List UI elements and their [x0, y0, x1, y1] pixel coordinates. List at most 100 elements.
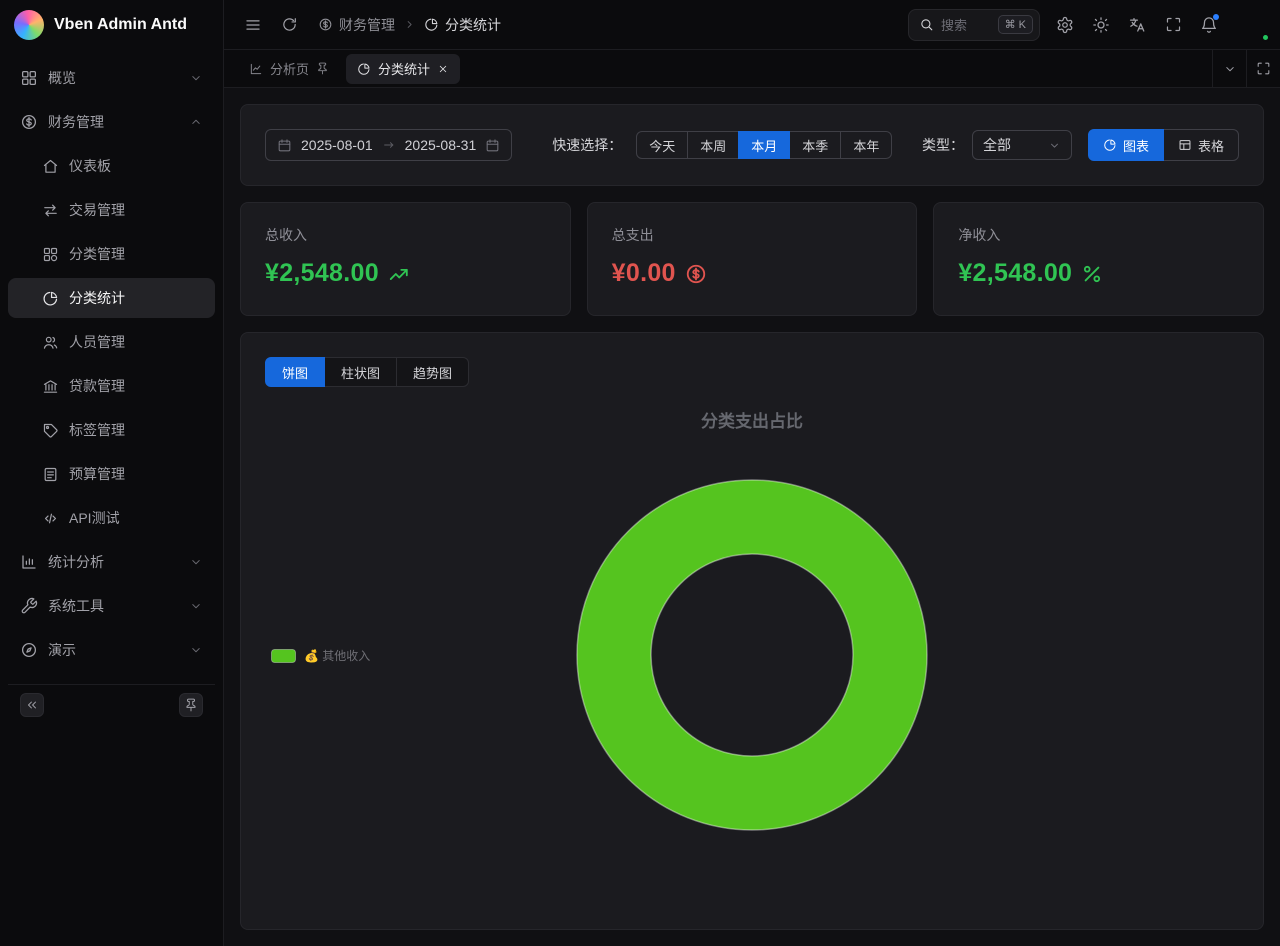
- sidebar-item-demo[interactable]: 演示: [8, 630, 215, 670]
- fullscreen-button[interactable]: [1156, 8, 1190, 42]
- stats-row: 总收入 ¥2,548.00 总支出 ¥0.00 净收入: [240, 202, 1264, 316]
- type-label: 类型：: [922, 135, 964, 155]
- bar-chart-icon: [20, 553, 38, 571]
- chevron-down-icon: [1048, 139, 1061, 152]
- type-select[interactable]: 全部: [972, 130, 1072, 160]
- type-and-view-section: 类型： 全部 图表 表格: [922, 129, 1239, 161]
- chart-tab-trend[interactable]: 趋势图: [396, 357, 469, 387]
- quick-year-button[interactable]: 本年: [840, 131, 892, 159]
- donut-chart[interactable]: [572, 475, 932, 835]
- search-icon: [919, 17, 934, 32]
- pie-chart-icon: [42, 290, 59, 307]
- chevron-right-icon: [403, 18, 416, 31]
- legend-label: 💰 其他收入: [304, 647, 370, 664]
- shortcut-badge: ⌘ K: [998, 15, 1033, 34]
- language-button[interactable]: [1120, 8, 1154, 42]
- quick-month-button[interactable]: 本月: [738, 131, 790, 159]
- sidebar-item-category-stats[interactable]: 分类统计: [8, 278, 215, 318]
- compass-icon: [20, 641, 38, 659]
- view-chart-button[interactable]: 图表: [1088, 129, 1164, 161]
- search-input[interactable]: 搜索 ⌘ K: [908, 9, 1040, 41]
- settings-button[interactable]: [1048, 8, 1082, 42]
- quick-select-section: 快速选择： 今天 本周 本月 本季 本年: [552, 131, 892, 159]
- tag-icon: [42, 422, 59, 439]
- logo[interactable]: Vben Admin Antd: [0, 0, 223, 50]
- sidebar-item-transactions[interactable]: 交易管理: [8, 190, 215, 230]
- collapse-sidebar-button[interactable]: [20, 693, 44, 717]
- pie-chart-icon: [424, 17, 439, 32]
- sidebar-item-stats-analysis[interactable]: 统计分析: [8, 542, 215, 582]
- swap-icon: [42, 202, 59, 219]
- quick-today-button[interactable]: 今天: [636, 131, 688, 159]
- filter-card: 2025-08-01 2025-08-31 快速选择： 今天 本周 本月 本季 …: [240, 104, 1264, 186]
- app-root: Vben Admin Antd 概览 财务管理 仪表板 交易管理: [0, 0, 1280, 946]
- view-table-button[interactable]: 表格: [1163, 129, 1239, 161]
- pin-icon[interactable]: [316, 62, 329, 75]
- page-content: 2025-08-01 2025-08-31 快速选择： 今天 本周 本月 本季 …: [224, 88, 1280, 946]
- sidebar-item-loans[interactable]: 贷款管理: [8, 366, 215, 406]
- quick-week-button[interactable]: 本周: [687, 131, 739, 159]
- users-icon: [42, 334, 59, 351]
- sidebar-item-api-test[interactable]: API测试: [8, 498, 215, 538]
- chevron-up-icon: [189, 115, 203, 129]
- dollar-circle-icon: [318, 17, 333, 32]
- calendar-icon: [277, 138, 292, 153]
- chart-tab-bar[interactable]: 柱状图: [324, 357, 397, 387]
- pie-chart-icon: [357, 62, 371, 76]
- table-icon: [1178, 138, 1192, 152]
- sidebar-menu: 概览 财务管理 仪表板 交易管理 分类管理 分类统: [0, 50, 223, 733]
- tab-category-stats[interactable]: 分类统计: [346, 54, 460, 84]
- calendar-icon: [485, 138, 500, 153]
- chevron-down-icon: [189, 599, 203, 613]
- dollar-circle-icon: [685, 263, 707, 285]
- percent-icon: [1081, 263, 1103, 285]
- chart-tab-pie[interactable]: 饼图: [265, 357, 325, 387]
- stat-card-expense: 总支出 ¥0.00: [587, 202, 918, 316]
- sidebar-item-finance[interactable]: 财务管理: [8, 102, 215, 142]
- date-range-picker[interactable]: 2025-08-01 2025-08-31: [265, 129, 512, 161]
- tab-analysis[interactable]: 分析页: [238, 54, 340, 84]
- income-value: ¥2,548.00: [265, 259, 546, 288]
- quick-quarter-button[interactable]: 本季: [789, 131, 841, 159]
- sidebar-item-dashboard[interactable]: 仪表板: [8, 146, 215, 186]
- menu-toggle-button[interactable]: [236, 8, 270, 42]
- quick-select-label: 快速选择：: [552, 135, 622, 155]
- maximize-content-button[interactable]: [1246, 50, 1280, 87]
- sidebar-item-categories[interactable]: 分类管理: [8, 234, 215, 274]
- close-icon[interactable]: [437, 63, 449, 75]
- main-area: 财务管理 分类统计 搜索 ⌘ K: [224, 0, 1280, 946]
- stat-card-income: 总收入 ¥2,548.00: [240, 202, 571, 316]
- donut-inner-edge: [651, 554, 853, 756]
- breadcrumb-finance[interactable]: 财务管理: [318, 15, 395, 35]
- theme-toggle-button[interactable]: [1084, 8, 1118, 42]
- header: 财务管理 分类统计 搜索 ⌘ K: [224, 0, 1280, 50]
- sidebar-item-system-tools[interactable]: 系统工具: [8, 586, 215, 626]
- notifications-button[interactable]: [1192, 8, 1226, 42]
- date-start-value[interactable]: 2025-08-01: [301, 137, 373, 153]
- date-end-value[interactable]: 2025-08-31: [405, 137, 477, 153]
- tab-menu-button[interactable]: [1212, 50, 1246, 87]
- refresh-button[interactable]: [272, 8, 306, 42]
- legend-item[interactable]: 💰 其他收入: [271, 647, 370, 664]
- logo-title: Vben Admin Antd: [54, 16, 187, 34]
- home-icon: [42, 158, 59, 175]
- line-chart-icon: [249, 62, 263, 76]
- chevron-down-icon: [189, 555, 203, 569]
- user-avatar[interactable]: [1236, 8, 1270, 42]
- pie-chart-icon: [1103, 138, 1117, 152]
- pin-sidebar-button[interactable]: [179, 693, 203, 717]
- breadcrumb-category-stats: 分类统计: [424, 15, 501, 35]
- net-value: ¥2,548.00: [958, 259, 1239, 288]
- arrow-right-icon: [382, 138, 396, 152]
- tabs-bar: 分析页 分类统计: [224, 50, 1280, 88]
- sidebar-item-budget[interactable]: 预算管理: [8, 454, 215, 494]
- chart-card: 饼图 柱状图 趋势图 分类支出占比 💰 其他收入: [240, 332, 1264, 930]
- wrench-icon: [20, 597, 38, 615]
- sidebar-item-tags[interactable]: 标签管理: [8, 410, 215, 450]
- view-toggle: 图表 表格: [1088, 129, 1239, 161]
- bank-icon: [42, 378, 59, 395]
- chart-type-tabs: 饼图 柱状图 趋势图: [265, 357, 469, 387]
- sidebar-item-overview[interactable]: 概览: [8, 58, 215, 98]
- sidebar: Vben Admin Antd 概览 财务管理 仪表板 交易管理: [0, 0, 224, 946]
- sidebar-item-personnel[interactable]: 人员管理: [8, 322, 215, 362]
